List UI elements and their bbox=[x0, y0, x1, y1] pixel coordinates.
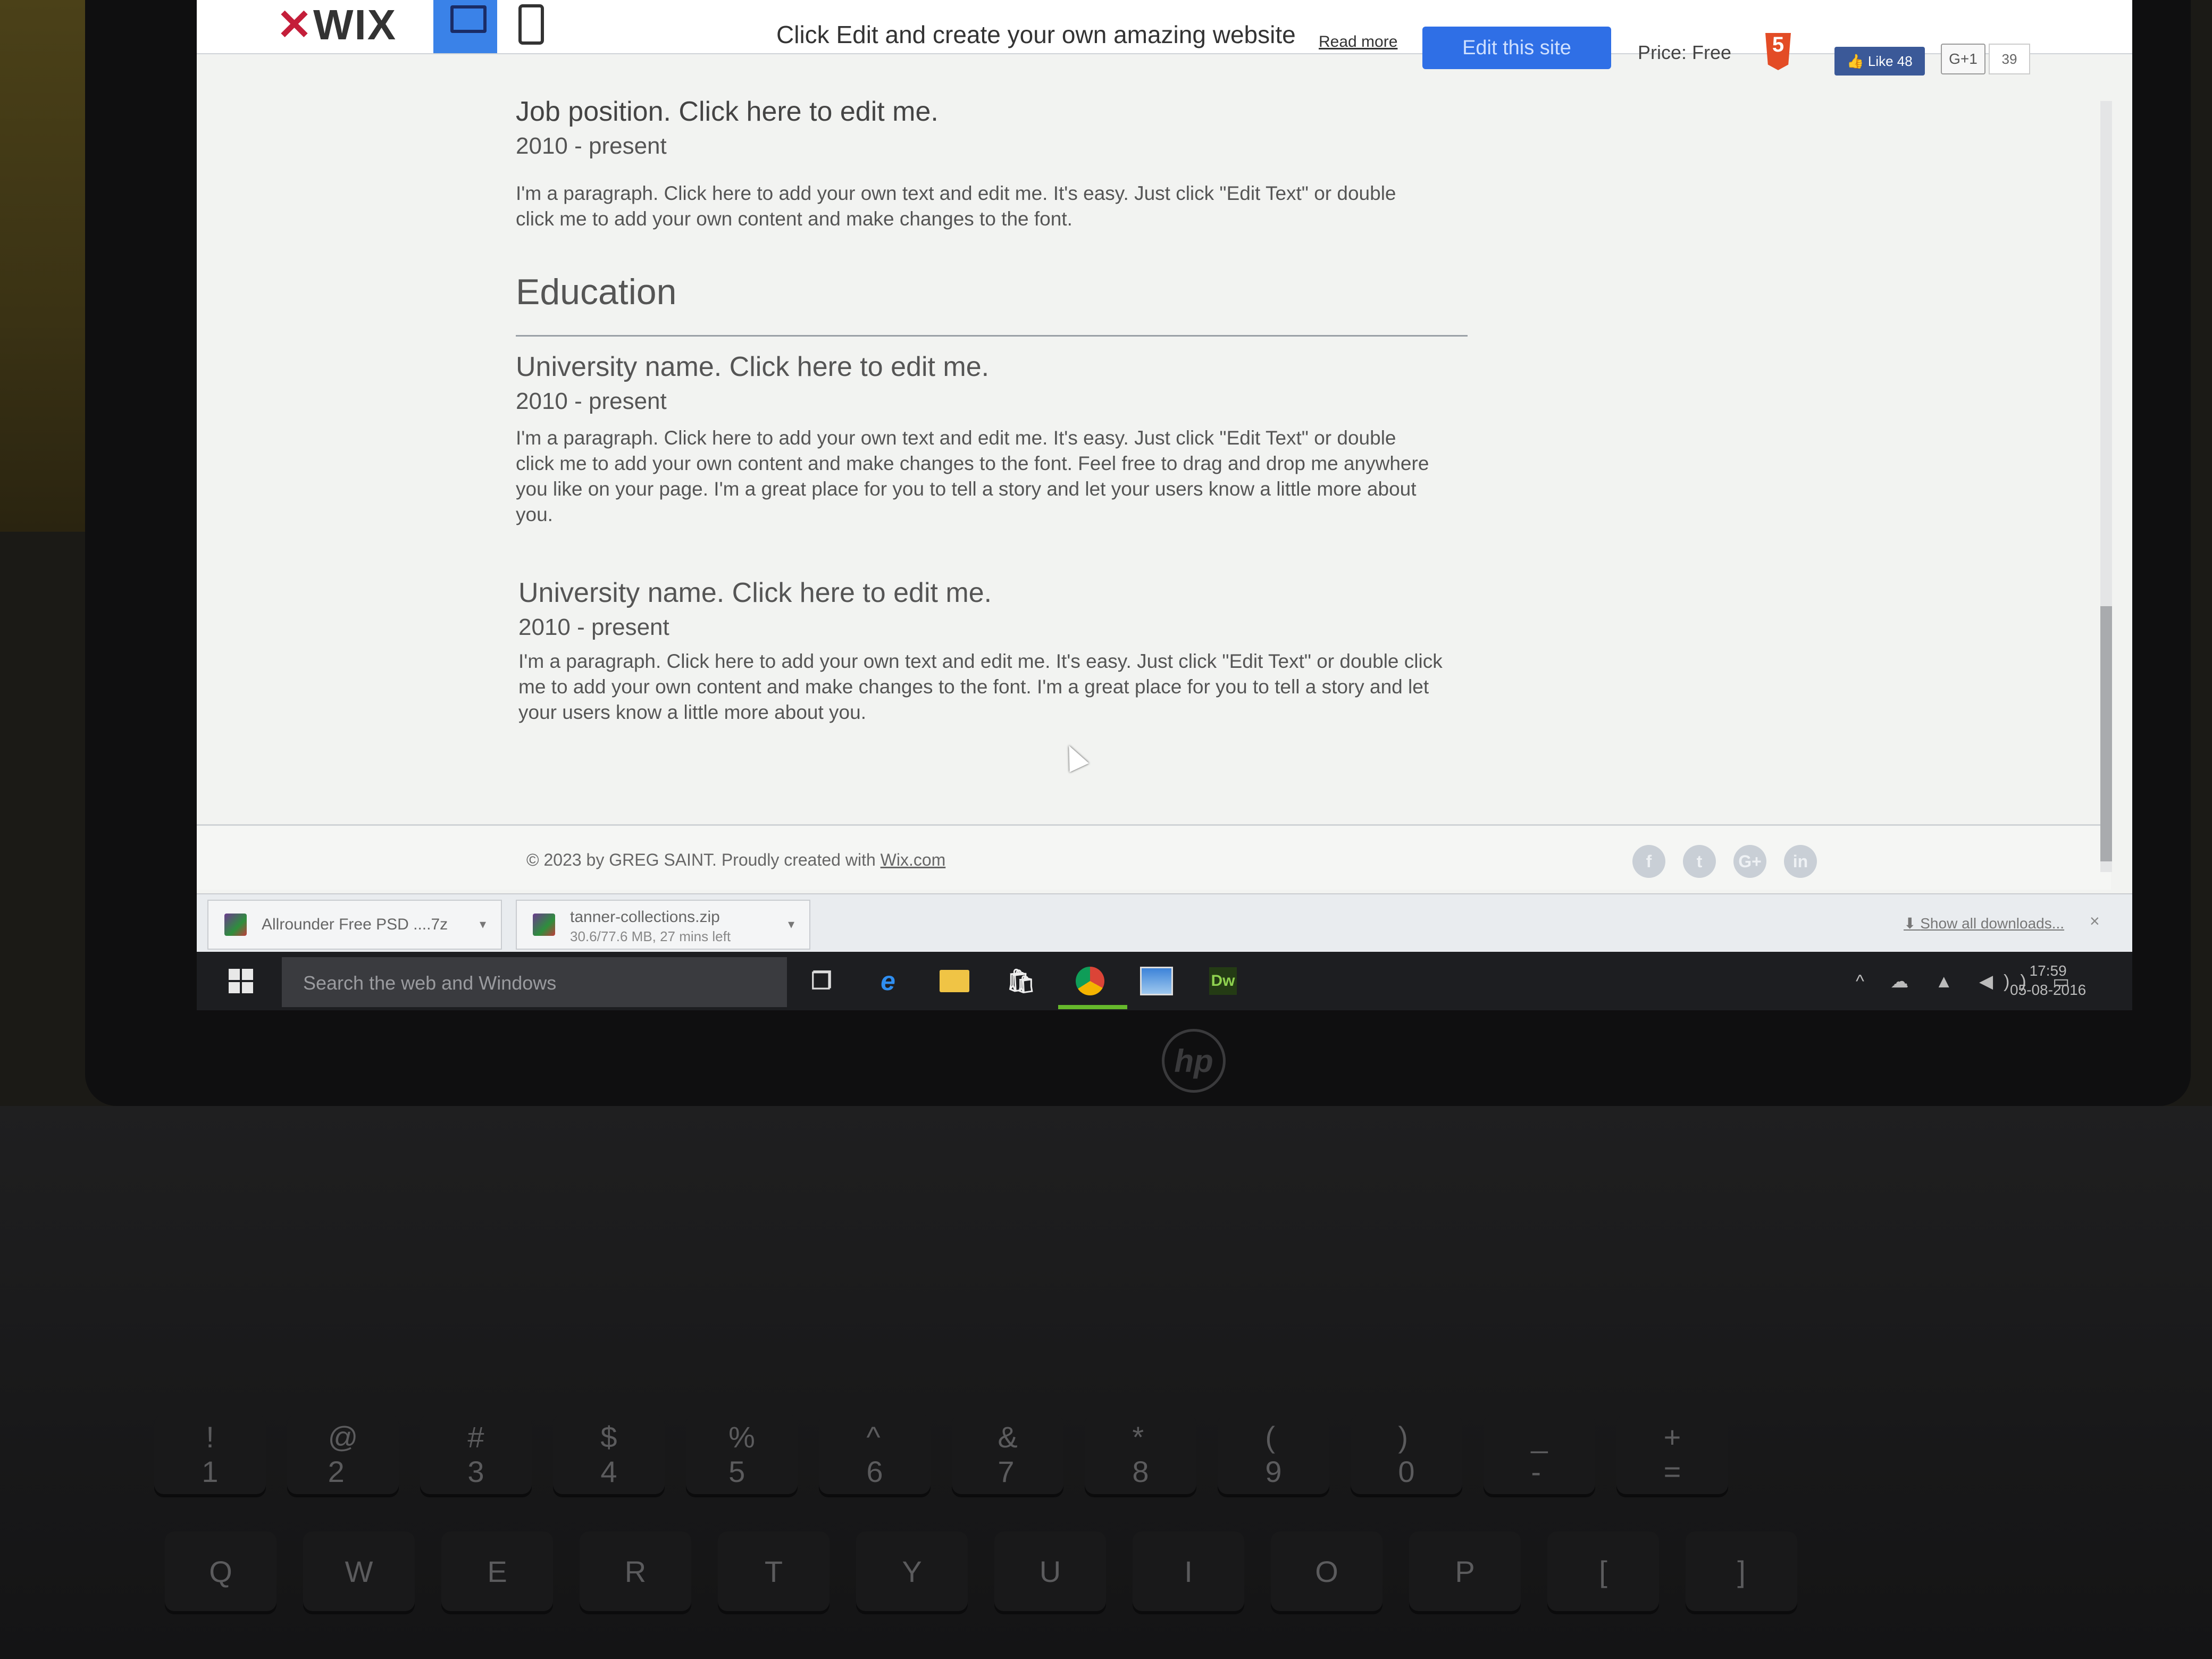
facebook-icon[interactable]: f bbox=[1632, 845, 1665, 878]
keyboard-key: E bbox=[441, 1531, 553, 1611]
wix-preview-bar: ✕WIX Click Edit and create your own amaz… bbox=[197, 0, 2132, 76]
keyboard-key: # 3 bbox=[420, 1414, 532, 1494]
keyboard-key: ) 0 bbox=[1351, 1414, 1462, 1494]
linkedin-icon[interactable]: in bbox=[1784, 845, 1817, 878]
job-paragraph[interactable]: I'm a paragraph. Click here to add your … bbox=[516, 181, 1430, 232]
footer-copyright: © 2023 by GREG SAINT. Proudly created wi… bbox=[526, 850, 946, 869]
close-icon[interactable]: × bbox=[2090, 911, 2100, 931]
downloads-bar: Allrounder Free PSD ....7z ▾ tanner-coll… bbox=[197, 893, 2132, 953]
keyboard-key: @ 2 bbox=[287, 1414, 399, 1494]
download-progress: 30.6/77.6 MB, 27 mins left bbox=[570, 928, 731, 944]
job-position-heading[interactable]: Job position. Click here to edit me. bbox=[516, 96, 939, 128]
edge-icon[interactable]: e bbox=[869, 962, 907, 1000]
search-input[interactable]: Search the web and Windows bbox=[282, 957, 787, 1007]
monitor-icon bbox=[450, 5, 487, 33]
keyboard-key: O bbox=[1271, 1531, 1382, 1611]
dreamweaver-icon[interactable]: Dw bbox=[1204, 962, 1242, 1000]
site-footer: © 2023 by GREG SAINT. Proudly created wi… bbox=[197, 824, 2111, 890]
university-paragraph[interactable]: I'm a paragraph. Click here to add your … bbox=[516, 425, 1430, 527]
keyboard-key: W bbox=[303, 1531, 415, 1611]
laptop-screen: ✕WIX Click Edit and create your own amaz… bbox=[197, 0, 2132, 1010]
education-heading[interactable]: Education bbox=[516, 271, 676, 313]
keyboard-key: U bbox=[994, 1531, 1106, 1611]
mouse-cursor-icon bbox=[1059, 741, 1089, 773]
keyboard-key: + = bbox=[1616, 1414, 1728, 1494]
wix-link[interactable]: Wix.com bbox=[881, 850, 946, 869]
keyboard-key: I bbox=[1133, 1531, 1244, 1611]
download-filename: tanner-collections.zip bbox=[570, 908, 720, 926]
university-heading[interactable]: University name. Click here to edit me. bbox=[516, 351, 989, 383]
desktop-view-button[interactable] bbox=[433, 0, 497, 53]
chrome-icon[interactable] bbox=[1071, 962, 1109, 1000]
keyboard-key: R bbox=[580, 1531, 691, 1611]
task-view-icon[interactable]: ❐ bbox=[803, 962, 840, 1000]
section-divider bbox=[516, 335, 1468, 337]
keyboard-key: [ bbox=[1547, 1531, 1659, 1611]
university-date[interactable]: 2010 - present bbox=[516, 388, 667, 415]
keyboard-key: ( 9 bbox=[1218, 1414, 1329, 1494]
keyboard-key: ^ 6 bbox=[819, 1414, 931, 1494]
keyboard-key: ! 1 bbox=[154, 1414, 266, 1494]
wix-logo[interactable]: ✕WIX bbox=[276, 0, 397, 49]
photos-icon[interactable] bbox=[1138, 962, 1175, 1000]
show-all-downloads-link[interactable]: ⬇ Show all downloads... bbox=[1904, 915, 2064, 932]
windows-taskbar: Search the web and Windows ❐ e 🛍 Dw ^ ☁ … bbox=[197, 952, 2132, 1010]
page-scrollbar[interactable] bbox=[2100, 101, 2112, 872]
taskbar-clock[interactable]: 17:59 05-08-2016 bbox=[2010, 961, 2086, 1000]
keyboard-key: & 7 bbox=[952, 1414, 1063, 1494]
university-date[interactable]: 2010 - present bbox=[518, 614, 669, 641]
read-more-link[interactable]: Read more bbox=[1319, 33, 1397, 51]
keyboard-key: _ - bbox=[1484, 1414, 1595, 1494]
keyboard-key: ] bbox=[1686, 1531, 1797, 1611]
keyboard-key: P bbox=[1409, 1531, 1521, 1611]
university-heading[interactable]: University name. Click here to edit me. bbox=[518, 577, 992, 609]
windows-start-button[interactable] bbox=[229, 969, 253, 993]
google-plus-icon[interactable]: G+ bbox=[1733, 845, 1766, 878]
hp-logo: hp bbox=[1162, 1029, 1226, 1093]
download-item[interactable]: tanner-collections.zip 30.6/77.6 MB, 27 … bbox=[516, 900, 810, 950]
keyboard-key: T bbox=[718, 1531, 830, 1611]
keyboard-key: % 5 bbox=[686, 1414, 798, 1494]
keyboard-key: $ 4 bbox=[553, 1414, 665, 1494]
university-paragraph[interactable]: I'm a paragraph. Click here to add your … bbox=[518, 649, 1454, 725]
chevron-down-icon[interactable]: ▾ bbox=[480, 917, 486, 932]
twitter-icon[interactable]: t bbox=[1683, 845, 1716, 878]
keyboard-key: Y bbox=[856, 1531, 968, 1611]
mobile-view-button[interactable] bbox=[518, 4, 544, 45]
store-icon[interactable]: 🛍 bbox=[1002, 962, 1040, 1000]
download-filename: Allrounder Free PSD ....7z bbox=[262, 916, 448, 933]
archive-icon bbox=[533, 914, 555, 936]
laptop-keyboard: ! 1 @ 2 # 3 $ 4 % 5 ^ 6 & 7 * 8 ( 9 ) 0 … bbox=[0, 1106, 2212, 1659]
resume-content: Job position. Click here to edit me. 201… bbox=[197, 58, 2111, 856]
job-date[interactable]: 2010 - present bbox=[516, 133, 667, 160]
active-app-indicator bbox=[1058, 1005, 1127, 1009]
scrollbar-thumb[interactable] bbox=[2100, 606, 2112, 861]
file-explorer-icon[interactable] bbox=[936, 962, 973, 1000]
chevron-down-icon[interactable]: ▾ bbox=[788, 917, 794, 932]
archive-icon bbox=[224, 914, 247, 936]
download-item[interactable]: Allrounder Free PSD ....7z ▾ bbox=[207, 900, 502, 950]
promo-text: Click Edit and create your own amazing w… bbox=[776, 21, 1296, 48]
keyboard-key: * 8 bbox=[1085, 1414, 1196, 1494]
keyboard-key: Q bbox=[165, 1531, 276, 1611]
